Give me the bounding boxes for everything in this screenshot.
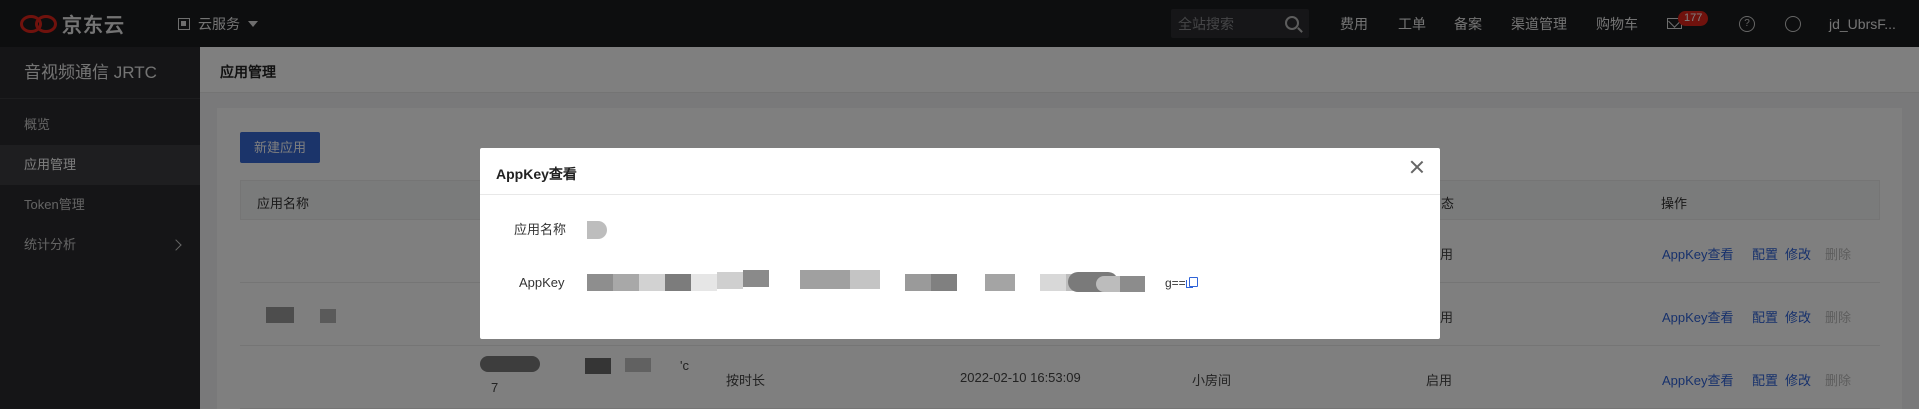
modal-header: AppKey查看 — [480, 148, 1440, 195]
close-icon[interactable] — [1410, 160, 1424, 174]
modal-title: AppKey查看 — [496, 166, 577, 182]
appkey-modal: AppKey查看 应用名称 AppKey g== — [480, 148, 1440, 339]
appkey-value-tail: g== — [1165, 276, 1186, 290]
redacted-app-name-value — [587, 221, 607, 239]
appkey-label: AppKey — [519, 275, 565, 290]
copy-icon[interactable] — [1186, 277, 1198, 288]
app-name-label: 应用名称 — [514, 222, 567, 237]
